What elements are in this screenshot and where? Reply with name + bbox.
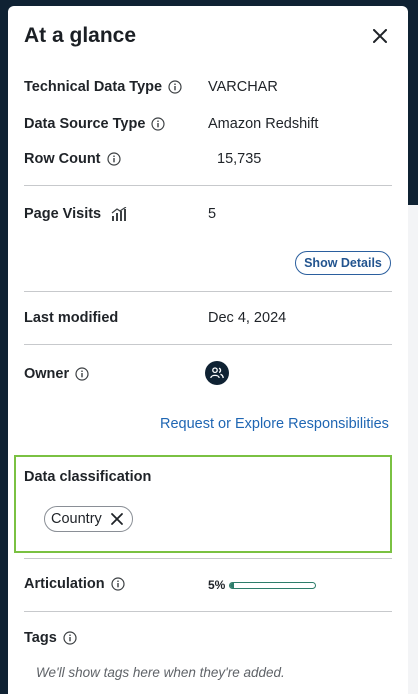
- group-icon: [210, 367, 224, 379]
- last-modified-value: Dec 4, 2024: [208, 310, 287, 326]
- row-count-value: 15,735: [217, 151, 262, 167]
- close-button[interactable]: [368, 24, 392, 48]
- tags-label: Tags: [24, 630, 77, 646]
- owner-label: Owner: [24, 366, 89, 382]
- info-icon[interactable]: [63, 631, 77, 645]
- show-details-button[interactable]: Show Details: [295, 251, 391, 275]
- chip-label: Country: [51, 511, 102, 527]
- articulation-percent: 5%: [208, 578, 226, 592]
- info-icon[interactable]: [168, 80, 182, 94]
- bar-chart-icon: [111, 207, 127, 221]
- page-background-strip: [408, 205, 418, 694]
- data-classification-label: Data classification: [24, 469, 152, 485]
- close-icon: [373, 29, 387, 43]
- row-count-label: Row Count: [24, 151, 121, 167]
- articulation-label: Articulation: [24, 576, 125, 592]
- data-source-type-label: Data Source Type: [24, 116, 166, 132]
- at-a-glance-panel: At a glance Technical Data Type VARCHAR …: [8, 6, 408, 694]
- technical-data-type-value: VARCHAR: [208, 79, 278, 95]
- data-source-type-value: Amazon Redshift: [208, 116, 319, 132]
- info-icon[interactable]: [75, 367, 89, 381]
- divider: [24, 611, 392, 612]
- tags-empty-state: We'll show tags here when they're added.: [36, 665, 285, 680]
- info-icon[interactable]: [106, 152, 121, 166]
- request-responsibilities-link[interactable]: Request or Explore Responsibilities: [160, 416, 389, 432]
- divider: [24, 558, 392, 559]
- page-visits-label: Page Visits: [24, 206, 127, 222]
- classification-chip: Country: [44, 506, 133, 532]
- articulation-progress-bar: [229, 582, 316, 589]
- technical-data-type-label: Technical Data Type: [24, 79, 182, 95]
- divider: [24, 344, 392, 345]
- divider: [24, 291, 392, 292]
- info-icon[interactable]: [110, 577, 125, 591]
- divider: [24, 185, 392, 186]
- panel-title: At a glance: [24, 24, 137, 47]
- info-icon[interactable]: [151, 117, 166, 131]
- last-modified-label: Last modified: [24, 310, 119, 326]
- owner-avatar[interactable]: [205, 361, 229, 385]
- page-visits-value: 5: [208, 206, 217, 222]
- articulation-progress-fill: [230, 583, 235, 588]
- remove-chip-icon[interactable]: [110, 512, 124, 526]
